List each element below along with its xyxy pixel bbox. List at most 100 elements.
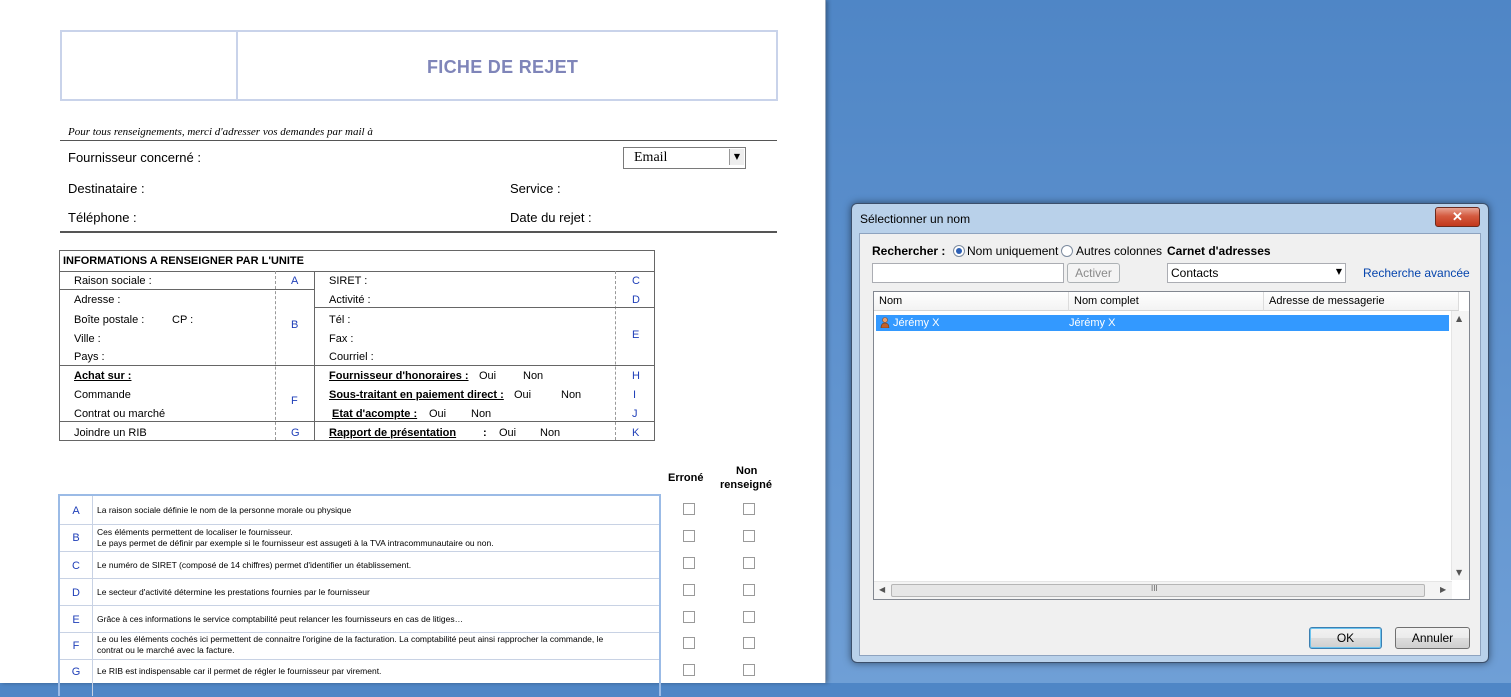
divider: [60, 140, 777, 141]
label-tel: Tél :: [329, 314, 351, 326]
label-rapport: Rapport de présentation: [329, 427, 457, 439]
vertical-scrollbar[interactable]: ▲ ▼: [1451, 311, 1469, 580]
checkbox-non-renseigne-G[interactable]: [743, 664, 755, 676]
row-text: Le RIB est indispensable car il permet d…: [97, 666, 382, 676]
contact-icon: [880, 317, 890, 329]
checkbox-non-renseigne-A[interactable]: [743, 503, 755, 515]
label-contrat: Contrat ou marché: [74, 408, 166, 420]
cancel-button[interactable]: Annuler: [1395, 627, 1470, 649]
letter-A: A: [291, 275, 299, 287]
contact-method-select[interactable]: Email ▼: [623, 147, 746, 169]
option-non: Non: [540, 427, 561, 439]
label-rapport-colon: :: [483, 427, 487, 439]
label-activite: Activité :: [329, 294, 371, 306]
option-non: Non: [561, 389, 582, 401]
option-non: Non: [471, 408, 492, 420]
checkbox-errone-B[interactable]: [683, 530, 695, 542]
divider: [275, 271, 276, 440]
header-box: FICHE DE REJET: [60, 30, 778, 101]
row-letter: B: [72, 532, 80, 544]
checkbox-non-renseigne-F[interactable]: [743, 637, 755, 649]
row-letter: F: [72, 640, 80, 652]
row-text-2: contrat ou le marché avec la facture.: [97, 645, 235, 655]
checkbox-non-renseigne-C[interactable]: [743, 557, 755, 569]
list-item[interactable]: Jérémy X Jérémy X: [876, 315, 1449, 331]
letter-E: E: [632, 329, 640, 341]
divider: [314, 271, 315, 440]
checkbox-non-renseigne-D[interactable]: [743, 584, 755, 596]
field-telephone: Téléphone :: [68, 210, 137, 225]
scroll-down-icon[interactable]: ▼: [1456, 568, 1462, 577]
close-button[interactable]: ✕: [1435, 207, 1480, 227]
option-non: Non: [523, 370, 544, 382]
option-oui: Oui: [429, 408, 447, 420]
activate-button[interactable]: Activer: [1067, 263, 1120, 283]
row-text: La raison sociale définie le nom de la p…: [97, 505, 352, 515]
checkbox-errone-A[interactable]: [683, 503, 695, 515]
column-header-nom[interactable]: Nom: [874, 292, 1069, 311]
letter-J: J: [632, 408, 638, 420]
column-header-email[interactable]: Adresse de messagerie: [1264, 292, 1459, 311]
contacts-list[interactable]: Nom Nom complet Adresse de messagerie Jé…: [873, 291, 1470, 600]
scroll-left-icon[interactable]: ◀: [879, 585, 885, 594]
header-divider: [236, 32, 238, 99]
row-text: Le numéro de SIRET (composé de 14 chiffr…: [97, 560, 412, 570]
row-letter: A: [72, 505, 80, 517]
row-text: Grâce à ces informations le service comp…: [97, 614, 464, 624]
checkbox-errone-D[interactable]: [683, 584, 695, 596]
dialog-title: Sélectionner un nom: [860, 212, 971, 226]
letter-I: I: [633, 389, 637, 401]
chevron-down-icon: ▼: [1335, 267, 1342, 276]
table-row: A La raison sociale définie le nom de la…: [60, 496, 659, 524]
contact-nom: Jérémy X: [893, 317, 940, 329]
divider: [314, 307, 654, 308]
scroll-thumb[interactable]: III: [891, 584, 1425, 597]
info-section: INFORMATIONS A RENSEIGNER PAR L'UNITE Ra…: [59, 250, 655, 441]
label-courriel: Courriel :: [329, 351, 374, 363]
horizontal-scrollbar[interactable]: ◀ III ▶: [874, 581, 1452, 599]
radio-name-only-label[interactable]: Nom uniquement: [967, 244, 1058, 258]
ok-button[interactable]: OK: [1309, 627, 1382, 649]
scroll-up-icon[interactable]: ▲: [1456, 314, 1462, 323]
checkbox-errone-E[interactable]: [683, 611, 695, 623]
field-destinataire: Destinataire :: [68, 181, 145, 196]
row-letter: C: [72, 560, 80, 572]
checkbox-errone-F[interactable]: [683, 637, 695, 649]
label-adresse: Adresse :: [74, 294, 121, 306]
radio-other-columns[interactable]: [1061, 245, 1073, 257]
contact-nom-complet: Jérémy X: [1069, 317, 1116, 329]
info-heading: INFORMATIONS A RENSEIGNER PAR L'UNITE: [63, 255, 304, 267]
label-boite-postale: Boîte postale :: [74, 314, 145, 326]
table-row: E Grâce à ces informations le service co…: [60, 605, 659, 633]
checklist-table: A La raison sociale définie le nom de la…: [58, 494, 661, 696]
radio-other-columns-label[interactable]: Autres colonnes: [1076, 244, 1162, 258]
checkbox-non-renseigne-E[interactable]: [743, 611, 755, 623]
row-text: Ces éléments permettent de localiser le …: [97, 527, 293, 537]
contact-method-value: Email: [634, 150, 668, 165]
divider: [615, 271, 616, 440]
letter-H: H: [632, 370, 640, 382]
divider: [60, 271, 654, 272]
label-siret: SIRET :: [329, 275, 368, 287]
checkbox-errone-G[interactable]: [683, 664, 695, 676]
label-achat-sur: Achat sur :: [74, 370, 132, 382]
advanced-search-link[interactable]: Recherche avancée: [1363, 266, 1470, 280]
letter-B: B: [291, 319, 299, 331]
row-letter: E: [72, 614, 80, 626]
checkbox-non-renseigne-B[interactable]: [743, 530, 755, 542]
scroll-right-icon[interactable]: ▶: [1440, 585, 1446, 594]
field-fournisseur: Fournisseur concerné :: [68, 150, 201, 165]
col-errone: Erroné: [668, 472, 704, 484]
radio-name-only[interactable]: [953, 245, 965, 257]
row-text: Le ou les éléments cochés ici permettent…: [97, 634, 604, 644]
label-cp: CP :: [172, 314, 194, 326]
option-oui: Oui: [499, 427, 517, 439]
column-header-nom-complet[interactable]: Nom complet: [1069, 292, 1264, 311]
search-input[interactable]: [872, 263, 1064, 283]
row-letter: G: [71, 666, 81, 678]
letter-C: C: [632, 275, 640, 287]
checkbox-errone-C[interactable]: [683, 557, 695, 569]
label-fournisseur-honoraires: Fournisseur d'honoraires :: [329, 370, 469, 382]
address-book-combo[interactable]: Contacts ▼: [1167, 263, 1346, 283]
table-row: F Le ou les éléments cochés ici permette…: [60, 632, 659, 660]
